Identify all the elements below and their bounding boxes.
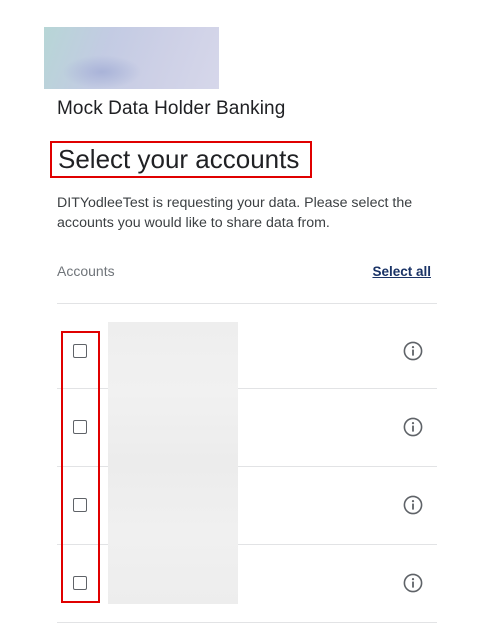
info-icon[interactable] [403,495,423,515]
accounts-label: Accounts [57,263,115,279]
bank-logo [44,27,219,89]
info-icon[interactable] [403,573,423,593]
checkbox-highlight-box [61,331,100,603]
account-names-redacted [108,322,238,604]
select-all-link[interactable]: Select all [372,264,431,279]
page-title: Select your accounts [58,144,300,174]
info-icon[interactable] [403,341,423,361]
page-description: DITYodleeTest is requesting your data. P… [57,195,413,231]
bank-name: Mock Data Holder Banking [57,98,286,119]
title-highlight-box: Select your accounts [50,141,312,178]
info-icon[interactable] [403,417,423,437]
